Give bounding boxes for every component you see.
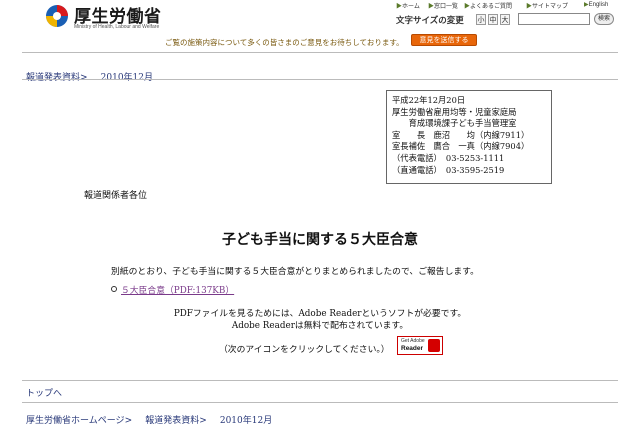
font-size-medium-button[interactable]: 中 [488,14,498,25]
contact-main-phone: （代表電話） 03-5253-1111 [392,153,505,163]
font-size-label: 文字サイズの変更 [396,16,464,26]
back-to-top-link[interactable]: トップへ [26,386,62,399]
adobe-get-label: Get Adobe [401,338,425,344]
contact-director: 室 長 鹿沼 均（内線7911） [392,129,530,140]
footer-crumb-2010-12[interactable]: 2010年12月 [220,416,272,426]
breadcrumb-2010-12[interactable]: 2010年12月 [101,73,153,83]
click-icon-note: （次のアイコンをクリックしてください。） [219,345,390,355]
list-bullet [111,286,117,292]
contact-office: 育成環境課子ども手当管理室 [392,118,517,129]
font-size-small-button[interactable]: 小 [476,14,486,25]
nav-sitemap[interactable]: ▶サイトマップ [526,1,568,10]
get-adobe-reader-button[interactable]: Get Adobe Reader [397,336,443,355]
feedback-notice: ご覧の施策内容について多くの皆さまのご意見をお待ちしております。 [165,38,404,47]
footer-divider-top [22,380,618,381]
nav-contacts[interactable]: ▶窓口一覧 [428,1,458,10]
send-opinion-button[interactable]: 意見を送信する [411,34,477,46]
breadcrumb-press-releases[interactable]: 報道発表資料 [26,73,80,83]
page-title: 子ども手当に関する５大臣合意 [222,232,418,248]
search-button[interactable]: 検索 [594,13,614,25]
nav-english[interactable]: ▶English [584,1,608,8]
contact-date: 平成22年12月20日 [392,95,466,105]
contact-deputy: 室長補佐 鷹合 一真（内線7904） [392,141,530,152]
footer-crumb-home[interactable]: 厚生労働省ホームページ [26,416,125,426]
adobe-reader-label: Reader [401,345,424,352]
contact-bureau: 厚生労働省雇用均等・児童家庭局 [392,106,517,117]
footer-crumb-press-releases[interactable]: 報道発表資料 [145,416,199,426]
addressee: 報道関係者各位 [84,191,148,201]
nav-home[interactable]: ▶ホーム [396,1,420,10]
header-divider [22,52,618,53]
pdf-note-2: Adobe Readerは無料で配布されています。 [231,321,409,331]
pdf-link[interactable]: ５大臣合意（PDF:137KB） [121,283,234,296]
search-input[interactable] [518,13,590,25]
nav-faq[interactable]: ▶よくあるご質問 [464,1,512,10]
breadcrumb-divider [22,79,618,80]
mhlw-logo-icon[interactable] [44,3,70,29]
breadcrumb-separator: > [199,416,207,426]
footer-divider-bottom [22,402,618,403]
breadcrumb-separator: > [80,73,88,83]
adobe-logo-icon [428,339,440,352]
footer-breadcrumb: 厚生労働省ホームページ> 報道発表資料> 2010年12月 [26,408,272,427]
font-size-large-button[interactable]: 大 [500,14,510,25]
site-logo-subtitle: Ministry of Health, Labour and Welfare [74,24,160,30]
breadcrumb-separator: > [124,416,133,426]
breadcrumb: 報道発表資料> 2010年12月 [26,65,153,84]
contact-box: 平成22年12月20日 厚生労働省雇用均等・児童家庭局 育成環境課子ども手当管理… [386,90,552,184]
contact-direct-phone: （直通電話） 03-3595-2519 [392,164,505,175]
intro-text: 別紙のとおり、子ども手当に関する５大臣合意がとりまとめられましたので、ご報告しま… [111,267,479,277]
